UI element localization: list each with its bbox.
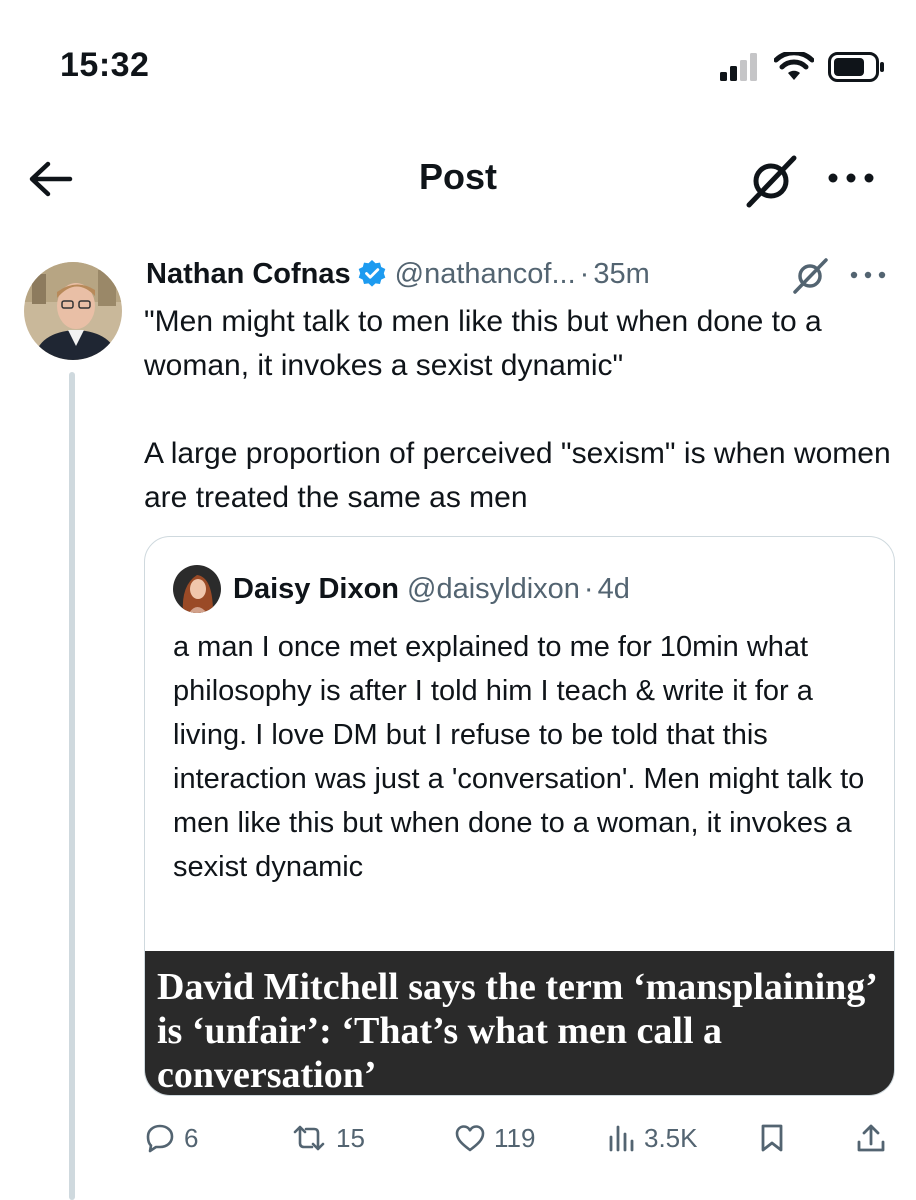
more-button[interactable] xyxy=(826,168,876,188)
quoted-post-time: 4d xyxy=(597,572,630,605)
bookmark-icon xyxy=(761,1124,783,1152)
action-bar: 6 15 119 3.5K xyxy=(144,1112,894,1164)
signal-icon xyxy=(720,53,757,81)
more-horizontal-icon xyxy=(850,271,886,279)
views-count: 3.5K xyxy=(644,1122,698,1153)
like-count: 119 xyxy=(494,1122,536,1153)
nav-header: Post xyxy=(0,140,916,220)
author-avatar[interactable] xyxy=(24,262,122,360)
heart-icon xyxy=(455,1125,485,1152)
views-button[interactable]: 3.5K xyxy=(606,1112,698,1164)
quoted-author-handle: @daisyldixon xyxy=(407,572,580,605)
avatar-photo xyxy=(24,262,122,360)
reply-count: 6 xyxy=(184,1122,199,1153)
more-horizontal-icon xyxy=(828,173,874,183)
bookmark-button[interactable] xyxy=(758,1112,786,1164)
quoted-post[interactable]: Daisy Dixon @daisyldixon · 4d a man I on… xyxy=(144,536,895,1096)
share-button[interactable] xyxy=(856,1112,886,1164)
status-time: 15:32 xyxy=(60,46,150,84)
reply-icon xyxy=(146,1124,174,1153)
post-more-button[interactable] xyxy=(848,268,888,282)
quoted-post-header: Daisy Dixon @daisyldixon · 4d xyxy=(173,565,630,613)
verified-badge-icon xyxy=(358,260,385,287)
status-icons xyxy=(720,52,886,82)
grok-button[interactable] xyxy=(742,150,802,210)
author-name[interactable]: Nathan Cofnas xyxy=(146,258,351,291)
meta-separator: · xyxy=(583,572,594,605)
status-bar: 15:32 xyxy=(0,0,916,120)
author-handle[interactable]: @nathancof... xyxy=(395,258,576,291)
meta-separator: · xyxy=(579,257,590,290)
grok-icon xyxy=(793,258,828,294)
battery-icon xyxy=(828,52,884,82)
reply-button[interactable]: 6 xyxy=(144,1112,198,1164)
post-paragraph: "Men might talk to men like this but whe… xyxy=(144,305,822,382)
repost-icon xyxy=(293,1125,325,1151)
media-headline: David Mitchell says the term ‘mansplaini… xyxy=(157,966,876,1096)
thread-line xyxy=(69,372,75,1200)
repost-count: 15 xyxy=(336,1122,365,1153)
quoted-post-text: a man I once met explained to me for 10m… xyxy=(173,631,865,883)
quoted-media-card[interactable]: David Mitchell says the term ‘mansplaini… xyxy=(145,951,894,1096)
post-header: Nathan Cofnas @nathancof... · 35m xyxy=(146,254,650,294)
post-grok-button[interactable] xyxy=(790,254,832,296)
avatar-photo xyxy=(173,565,221,613)
share-icon xyxy=(857,1124,885,1152)
quoted-author-name: Daisy Dixon xyxy=(233,572,399,605)
post-text: "Men might talk to men like this but whe… xyxy=(144,300,894,520)
views-icon xyxy=(609,1125,634,1152)
wifi-icon xyxy=(774,52,814,80)
repost-button[interactable]: 15 xyxy=(290,1112,365,1164)
post-time[interactable]: 35m xyxy=(593,258,649,291)
like-button[interactable]: 119 xyxy=(454,1112,535,1164)
quoted-author-avatar xyxy=(173,565,221,613)
grok-icon xyxy=(746,155,797,208)
post-paragraph: A large proportion of perceived "sexism"… xyxy=(144,437,891,514)
